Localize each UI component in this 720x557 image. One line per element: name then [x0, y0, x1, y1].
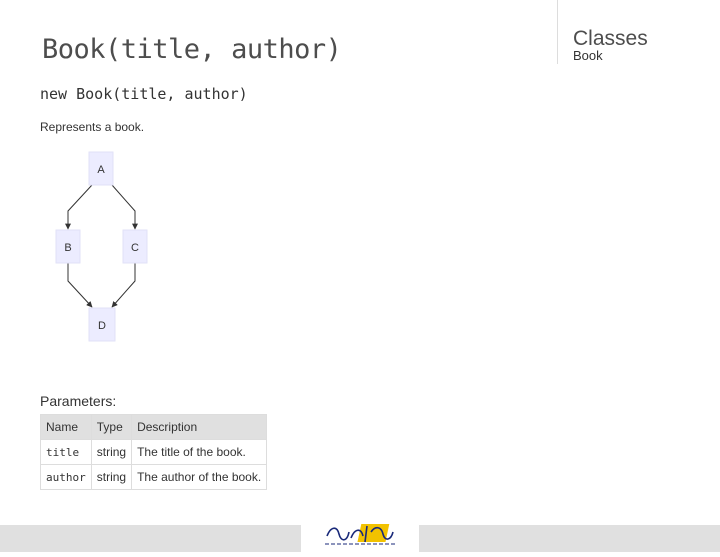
table-header-row: Name Type Description	[40, 414, 268, 440]
node-d-label: D	[98, 320, 106, 332]
parameters-heading: Parameters:	[40, 393, 117, 409]
sidebar-item-book[interactable]: Book	[573, 48, 603, 63]
sidebar-nav: Classes Book	[557, 0, 720, 64]
param-type: string	[90, 439, 133, 465]
node-b: B	[55, 229, 81, 264]
watermark-logo-icon	[325, 524, 395, 545]
param-description: The title of the book.	[131, 439, 268, 465]
table-row: title string The title of the book.	[40, 439, 268, 465]
edge-b-d	[67, 263, 93, 308]
flowchart-diagram: A B C D	[55, 151, 148, 342]
class-description: Represents a book.	[40, 120, 145, 134]
table-row: author string The author of the book.	[40, 464, 268, 490]
node-c: C	[122, 229, 148, 264]
constructor-signature: new Book(title, author)	[40, 85, 248, 103]
node-a: A	[88, 151, 114, 186]
edge-a-c	[111, 184, 138, 230]
watermark-logo	[301, 516, 419, 552]
parameters-table: Name Type Description title string The t…	[40, 414, 268, 490]
node-a-label: A	[97, 164, 105, 176]
node-c-label: C	[131, 242, 139, 254]
column-header-type: Type	[90, 414, 133, 440]
node-d: D	[88, 307, 116, 342]
edge-c-d	[111, 263, 136, 308]
param-type: string	[90, 464, 133, 490]
node-b-label: B	[64, 242, 71, 254]
param-description: The author of the book.	[131, 464, 268, 490]
column-header-description: Description	[131, 414, 268, 440]
param-name: title	[40, 439, 92, 465]
param-name: author	[40, 464, 92, 490]
edge-a-b	[65, 184, 93, 230]
page-title: Book(title, author)	[42, 34, 342, 65]
column-header-name: Name	[40, 414, 92, 440]
